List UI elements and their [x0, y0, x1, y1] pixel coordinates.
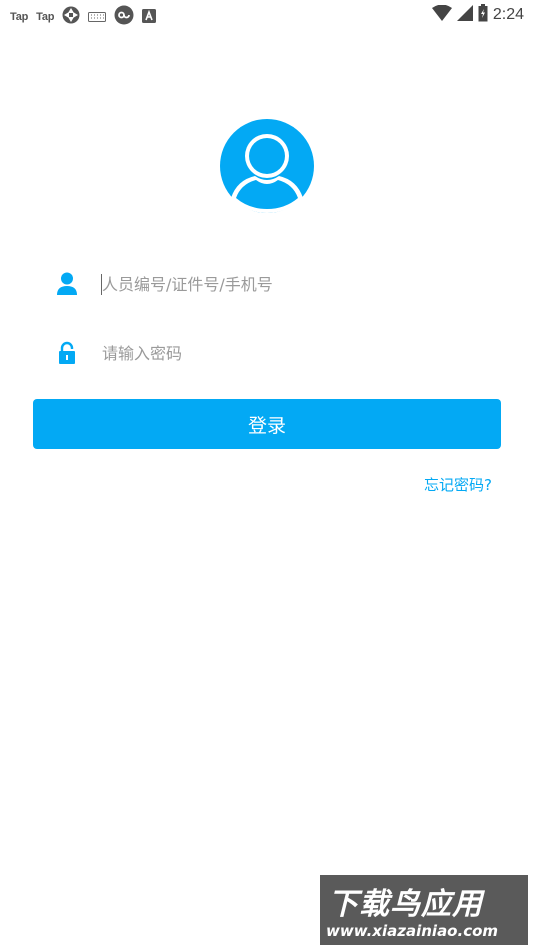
- taptap-label: Tap: [36, 11, 55, 23]
- cellular-signal-icon: [456, 5, 473, 25]
- password-input[interactable]: [102, 333, 482, 373]
- watermark-url: www.xiazainiao.com: [326, 922, 499, 940]
- password-field: [52, 333, 492, 373]
- login-button[interactable]: 登录: [33, 399, 501, 449]
- status-time: 2:24: [492, 6, 524, 23]
- aperture-icon: [62, 6, 80, 28]
- watermark-title: 下载鸟应用: [328, 887, 483, 922]
- avatar-person-icon: [220, 119, 314, 213]
- username-field: [52, 264, 492, 304]
- forgot-password-link[interactable]: 忘记密码?: [424, 474, 492, 495]
- watermark: 下载鸟应用 www.xiazainiao.com: [320, 875, 528, 945]
- avatar: [219, 118, 315, 214]
- wifi-icon: [431, 4, 452, 25]
- username-input[interactable]: [102, 264, 482, 304]
- battery-icon: [478, 4, 488, 26]
- cloud-sync-icon: [114, 5, 134, 29]
- status-bar-left: Tap Tap: [10, 5, 157, 29]
- lock-icon: [56, 341, 78, 365]
- user-icon: [56, 272, 78, 296]
- taptap-label: Tap: [10, 11, 29, 23]
- status-bar: Tap Tap 2:24: [0, 0, 534, 28]
- keyboard-icon: [88, 8, 107, 27]
- a-badge-icon: [142, 8, 157, 27]
- status-bar-right: 2:24: [431, 4, 524, 26]
- text-caret: [101, 274, 102, 295]
